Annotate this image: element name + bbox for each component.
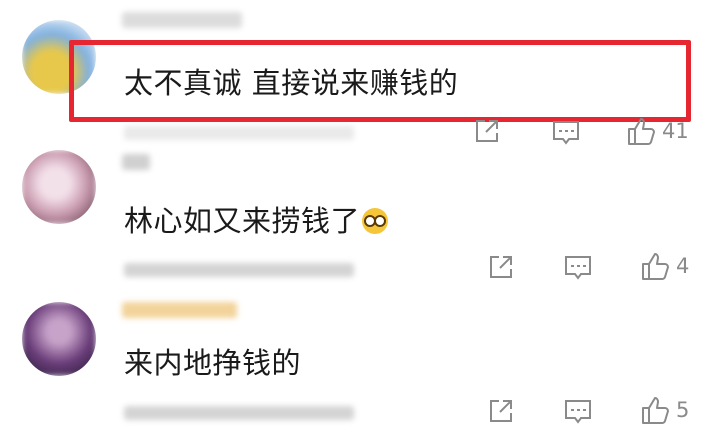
like-button[interactable]: 5 bbox=[640, 395, 689, 425]
share-icon bbox=[474, 118, 502, 144]
username-blurred[interactable] bbox=[122, 154, 150, 170]
comment-meta-blurred bbox=[124, 406, 354, 420]
like-count: 4 bbox=[676, 254, 690, 278]
like-count: 41 bbox=[662, 119, 689, 143]
avatar[interactable] bbox=[22, 302, 96, 376]
comment-item: 太不真诚 直接说来赚钱的 41 bbox=[0, 0, 719, 150]
comment-text-content: 林心如又来捞钱了 bbox=[124, 204, 361, 238]
glasses-emoji-icon bbox=[362, 208, 389, 234]
reply-button[interactable] bbox=[564, 255, 592, 281]
share-button[interactable] bbox=[488, 254, 516, 280]
like-button[interactable]: 41 bbox=[626, 116, 689, 146]
username-blurred[interactable] bbox=[122, 302, 237, 318]
reply-button[interactable] bbox=[564, 399, 592, 425]
share-button[interactable] bbox=[474, 118, 502, 144]
like-button[interactable]: 4 bbox=[640, 251, 689, 281]
thumbs-up-icon bbox=[626, 116, 656, 146]
comment-icon bbox=[564, 255, 592, 281]
thumbs-up-icon bbox=[640, 395, 670, 425]
comment-text: 太不真诚 直接说来赚钱的 bbox=[124, 66, 459, 100]
comment-meta-blurred bbox=[124, 126, 354, 140]
like-count: 5 bbox=[676, 398, 690, 422]
reply-button[interactable] bbox=[552, 120, 580, 146]
share-icon bbox=[488, 254, 516, 280]
comment-meta-blurred bbox=[124, 263, 354, 277]
thumbs-up-icon bbox=[640, 251, 670, 281]
share-icon bbox=[488, 398, 516, 424]
share-button[interactable] bbox=[488, 398, 516, 424]
avatar[interactable] bbox=[22, 150, 96, 224]
comment-text: 林心如又来捞钱了 bbox=[124, 198, 389, 240]
comment-icon bbox=[552, 120, 580, 146]
comment-text: 来内地挣钱的 bbox=[124, 346, 302, 380]
comment-icon bbox=[564, 399, 592, 425]
comment-item: 来内地挣钱的 5 bbox=[0, 300, 719, 443]
username-blurred[interactable] bbox=[122, 12, 242, 28]
comment-item: 林心如又来捞钱了 4 bbox=[0, 150, 719, 300]
